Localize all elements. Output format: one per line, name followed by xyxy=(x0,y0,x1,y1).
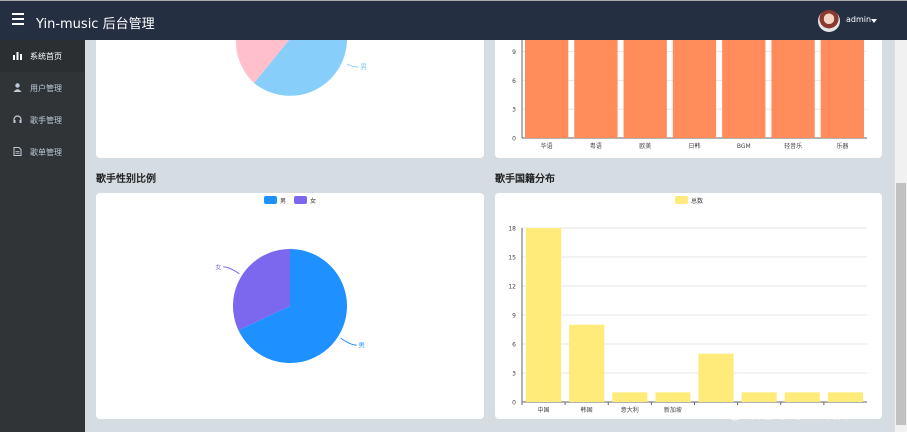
bar xyxy=(820,40,864,138)
chevron-down-icon[interactable] xyxy=(871,19,877,23)
headset-icon xyxy=(13,115,22,123)
legend-label: 男 xyxy=(280,198,286,205)
y-tick-label: 3 xyxy=(512,107,516,114)
x-tick-label: 日韩 xyxy=(688,142,700,150)
pie-label: 男 xyxy=(359,343,365,350)
y-tick-label: 0 xyxy=(512,400,516,407)
bar xyxy=(722,40,766,138)
bar xyxy=(574,40,618,138)
sidebar-item-dashboard[interactable]: 系统首页 xyxy=(0,40,85,72)
bar xyxy=(525,40,569,138)
legend-label: 总数 xyxy=(691,197,703,205)
y-tick-label: 9 xyxy=(512,49,516,56)
y-tick-label: 3 xyxy=(512,371,516,378)
bar-chart-icon xyxy=(13,52,22,60)
bar xyxy=(741,392,777,402)
y-tick-label: 6 xyxy=(512,342,516,349)
hamburger-menu-icon[interactable] xyxy=(12,13,24,27)
y-tick-label: 9 xyxy=(512,313,516,320)
nation-section-title: 歌手国籍分布 xyxy=(495,174,555,185)
y-tick-label: 6 xyxy=(512,78,516,85)
bar xyxy=(526,228,562,402)
x-tick-label: 粤语 xyxy=(590,142,602,150)
sidebar-item-label: 歌手管理 xyxy=(30,116,62,125)
chart-card-top-right: 0 3 6 9 华语 粤语 欧美 日韩 BGM 轻音乐 乐器 xyxy=(495,40,882,158)
bar xyxy=(612,392,648,402)
pie-label-line xyxy=(340,337,357,346)
bar xyxy=(623,40,667,138)
pie-label-line xyxy=(346,63,359,68)
bar xyxy=(771,40,815,138)
y-tick-label: 18 xyxy=(508,226,516,233)
legend-swatch xyxy=(675,196,688,204)
sidebar-item-users[interactable]: 用户管理 xyxy=(0,72,85,104)
gender-section-title: 歌手性别比例 xyxy=(96,174,156,185)
bar xyxy=(784,392,820,402)
x-tick-label: 乐器 xyxy=(836,143,848,150)
y-tick-label: 15 xyxy=(508,255,516,262)
pie-label-line xyxy=(223,266,240,275)
sidebar-item-label: 用户管理 xyxy=(30,84,62,93)
sidebar: 系统首页 用户管理 歌手管理 歌单管理 xyxy=(0,40,85,432)
sidebar-item-label: 系统首页 xyxy=(30,52,62,61)
bar xyxy=(672,40,717,138)
y-tick-label: 0 xyxy=(512,136,516,143)
pie-label: 女 xyxy=(215,263,221,271)
chart-card-top-left: 男 xyxy=(96,39,484,158)
bar xyxy=(655,392,691,402)
sidebar-item-label: 歌单管理 xyxy=(30,148,62,157)
sidebar-item-singers[interactable]: 歌手管理 xyxy=(0,104,85,136)
legend-swatch xyxy=(294,196,307,204)
page-scrollbar-thumb[interactable] xyxy=(896,183,906,425)
top-left-pie-chart: 男 xyxy=(235,39,367,96)
x-tick-label: 韩国 xyxy=(581,406,593,414)
chart-card-nation: 总数 0 3 6 9 12 15 18 中国 韩国 意大利 新加坡 xyxy=(495,193,882,419)
x-tick-label: 意大利 xyxy=(621,406,639,414)
watermark: CSDN @薛定谔的短耳猫 xyxy=(680,404,848,422)
top-header: Yin-music 后台管理 admin xyxy=(0,0,907,40)
document-icon xyxy=(13,147,22,156)
singer-nation-bar-chart: 总数0369121518中国 韩国 意大利 新加坡 xyxy=(508,196,867,414)
user-name[interactable]: admin xyxy=(846,15,871,24)
legend-swatch xyxy=(264,196,277,204)
x-tick-label: 轻音乐 xyxy=(784,142,802,150)
bar xyxy=(569,324,605,402)
x-tick-label: 欧美 xyxy=(639,142,651,150)
legend-label: 女 xyxy=(310,197,316,205)
x-tick-label: 华语 xyxy=(541,142,553,150)
bar xyxy=(698,353,734,402)
bar xyxy=(827,392,863,402)
avatar[interactable] xyxy=(818,10,840,32)
x-tick-label: 中国 xyxy=(538,406,550,414)
pie-label-male: 男 xyxy=(360,63,367,71)
sidebar-item-playlists[interactable]: 歌单管理 xyxy=(0,136,85,168)
song-style-bar-chart: 0 3 6 9 华语 粤语 欧美 日韩 BGM 轻音乐 乐器 xyxy=(512,40,867,150)
chart-card-gender: 男女男女 xyxy=(96,193,484,419)
y-tick-label: 12 xyxy=(508,284,516,291)
x-tick-label: BGM xyxy=(737,143,751,150)
app-title: Yin-music 后台管理 xyxy=(36,17,155,32)
singer-gender-pie-chart: 男女男女 xyxy=(215,196,365,363)
user-icon xyxy=(13,83,22,92)
